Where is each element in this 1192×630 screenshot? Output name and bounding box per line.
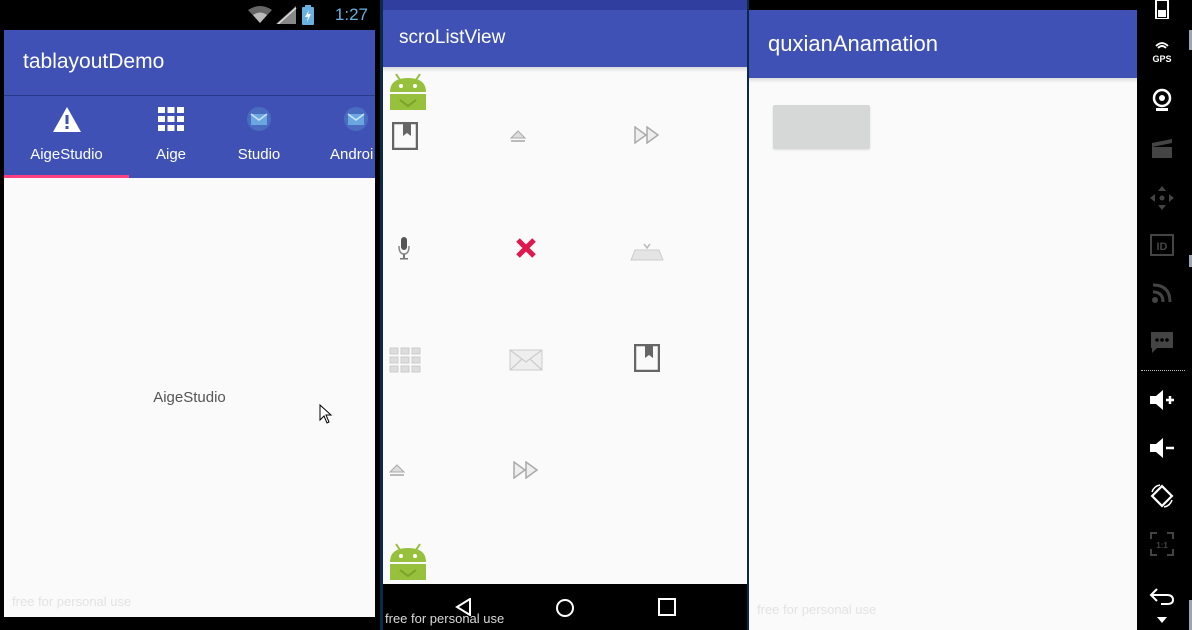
dock-icon[interactable] bbox=[630, 240, 664, 266]
rss-icon[interactable] bbox=[1137, 273, 1187, 313]
tab-studio[interactable]: Studio bbox=[213, 96, 305, 178]
battery-charging-icon bbox=[302, 5, 314, 25]
status-bar: 1:27 bbox=[0, 0, 380, 30]
email-icon bbox=[343, 106, 369, 136]
app-bar: tablayoutDemo bbox=[4, 30, 375, 96]
watermark: free for personal use bbox=[757, 602, 877, 617]
sidebar-divider bbox=[1141, 370, 1185, 371]
tab-content: AigeStudio free for personal use bbox=[4, 178, 375, 617]
volume-up-icon[interactable] bbox=[1137, 380, 1187, 420]
tab-label: AigeStudio bbox=[30, 146, 103, 163]
camera-icon[interactable] bbox=[1137, 80, 1187, 120]
close-icon[interactable] bbox=[515, 237, 537, 263]
tab-aige[interactable]: Aige bbox=[129, 96, 213, 178]
tab-label: Aige bbox=[155, 146, 187, 163]
tab-label: Studio bbox=[237, 146, 281, 163]
android-icon[interactable] bbox=[388, 70, 428, 116]
home-icon[interactable] bbox=[555, 598, 575, 622]
battery-icon[interactable] bbox=[1137, 0, 1187, 28]
email-icon[interactable] bbox=[509, 349, 543, 375]
gps-label: GPS bbox=[1152, 54, 1171, 64]
app-title: scroListView bbox=[399, 27, 506, 48]
volume-down-icon[interactable] bbox=[1137, 428, 1187, 468]
fast-forward-icon[interactable] bbox=[513, 460, 539, 483]
clapper-icon[interactable] bbox=[1137, 128, 1187, 168]
quxian-anamation-screen: quxianAnamation free for personal use bbox=[749, 0, 1137, 630]
app-bar: quxianAnamation bbox=[749, 10, 1137, 78]
watermark: free for personal use bbox=[12, 594, 132, 609]
message-icon[interactable] bbox=[1137, 322, 1187, 362]
email-icon bbox=[246, 106, 272, 136]
scrolistview-screen: scroListView free for personal use bbox=[383, 0, 747, 630]
id-icon[interactable]: ID bbox=[1137, 225, 1187, 265]
watermark: free for personal use bbox=[385, 611, 505, 626]
app-title: tablayoutDemo bbox=[23, 50, 165, 73]
tab-label: Androi bbox=[330, 146, 374, 163]
dialpad-icon[interactable] bbox=[389, 347, 421, 377]
recents-icon[interactable] bbox=[658, 598, 676, 620]
id-label: ID bbox=[1157, 241, 1168, 253]
status-icons bbox=[248, 5, 314, 25]
mouse-cursor-icon bbox=[319, 404, 333, 424]
scale-icon[interactable]: 1:1 bbox=[1137, 524, 1187, 564]
emulator-sidebar: GPS ID 1:1 bbox=[1137, 0, 1192, 630]
warning-icon bbox=[52, 106, 82, 138]
grid-icon bbox=[157, 106, 185, 136]
android-icon[interactable] bbox=[388, 540, 428, 586]
app-bar-shadow bbox=[749, 78, 1137, 83]
microphone-icon[interactable] bbox=[397, 236, 411, 264]
move-icon[interactable] bbox=[1137, 178, 1187, 218]
app-bar-shadow bbox=[383, 67, 747, 72]
animation-button[interactable] bbox=[773, 105, 870, 149]
tablayout-demo-screen: 1:27 tablayoutDemo AigeStudio Aige Studi… bbox=[0, 0, 380, 630]
eject-icon[interactable] bbox=[509, 128, 527, 147]
bookmark-icon[interactable] bbox=[633, 343, 661, 376]
eject-icon[interactable] bbox=[388, 462, 406, 481]
tab-androi[interactable]: Androi bbox=[314, 96, 380, 178]
scale-label: 1:1 bbox=[1156, 541, 1168, 550]
tab-aigestudio[interactable]: AigeStudio bbox=[4, 96, 129, 178]
tab-layout: AigeStudio Aige Studio Androi bbox=[4, 96, 375, 178]
bookmark-icon[interactable] bbox=[391, 121, 419, 154]
app-title: quxianAnamation bbox=[768, 31, 939, 56]
gps-icon[interactable]: GPS bbox=[1137, 32, 1187, 72]
chevron-down-icon[interactable] bbox=[1137, 610, 1187, 630]
rotate-icon[interactable] bbox=[1137, 476, 1187, 516]
fast-forward-icon[interactable] bbox=[634, 125, 660, 148]
wifi-icon bbox=[248, 6, 272, 23]
status-bar bbox=[383, 0, 747, 10]
status-time: 1:27 bbox=[334, 5, 368, 24]
app-bar: scroListView bbox=[383, 10, 747, 67]
signal-icon bbox=[276, 6, 297, 24]
status-bar bbox=[749, 0, 1137, 10]
